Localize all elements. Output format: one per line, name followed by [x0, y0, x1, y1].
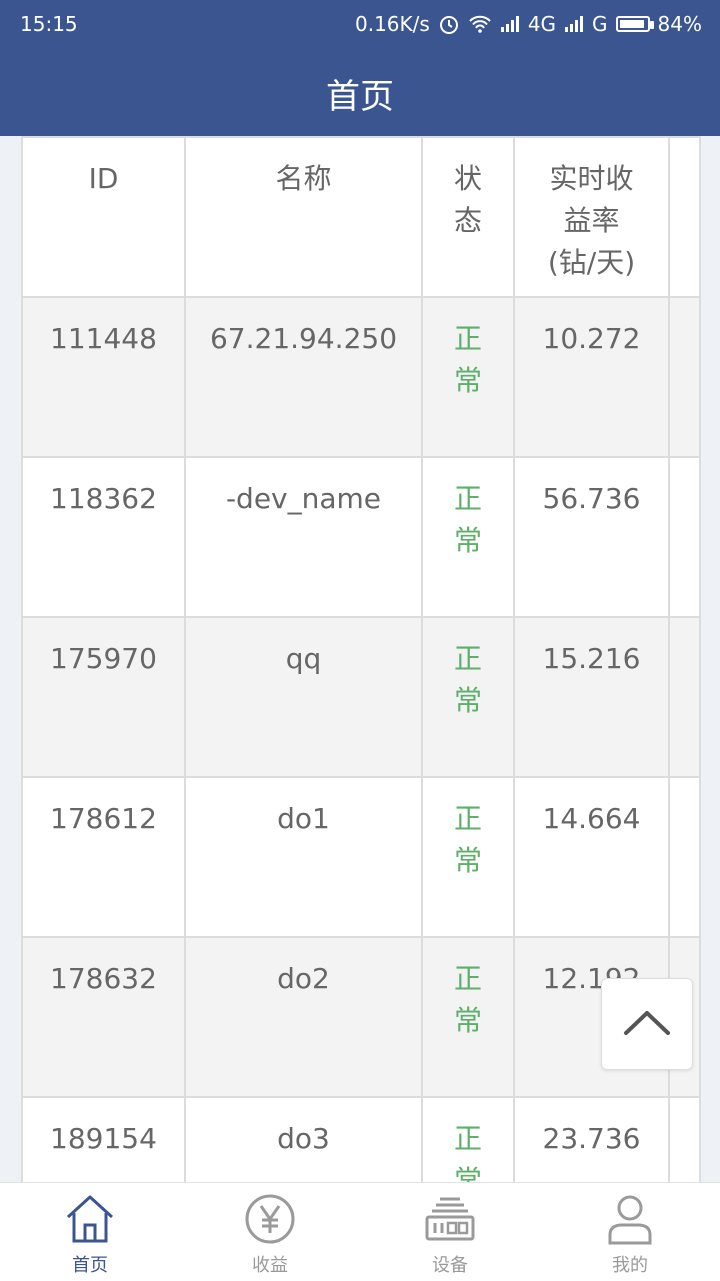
battery-level: 84% [657, 12, 702, 36]
cell-status: 正常 [421, 1096, 515, 1182]
cell-extra [668, 296, 701, 458]
cell-id: 178632 [21, 936, 186, 1098]
nav-item-earnings[interactable]: 收益 [180, 1183, 360, 1281]
column-header-name: 名称 [184, 136, 423, 298]
network-speed: 0.16K/s [355, 12, 430, 36]
nav-label-home: 首页 [72, 1255, 108, 1276]
table-row[interactable]: 178632 do2 正常 12.192 [21, 936, 701, 1098]
cell-status: 正常 [421, 616, 515, 778]
table-row[interactable]: 111448 67.21.94.250 正常 10.272 [21, 296, 701, 458]
cell-rate: 10.272 [513, 296, 670, 458]
status-time: 15:15 [20, 12, 78, 36]
battery-icon [615, 16, 654, 32]
cell-id: 111448 [21, 296, 186, 458]
cell-rate: 23.736 [513, 1096, 670, 1182]
user-icon [608, 1195, 652, 1245]
cell-extra [668, 1096, 701, 1182]
cell-status: 正常 [421, 456, 515, 618]
cell-extra [668, 616, 701, 778]
signal-icon [500, 16, 520, 32]
cell-status: 正常 [421, 936, 515, 1098]
signal-type-1: 4G [527, 12, 557, 36]
wifi-icon [468, 14, 492, 34]
cell-rate: 14.664 [513, 776, 670, 938]
yen-icon [245, 1194, 295, 1244]
chevron-up-icon [622, 1007, 672, 1041]
nav-label-devices: 设备 [432, 1255, 468, 1276]
cell-name: 67.21.94.250 [184, 296, 423, 458]
table-row[interactable]: 118362 -dev_name 正常 56.736 [21, 456, 701, 618]
alarm-icon [438, 13, 460, 35]
device-icon [425, 1197, 475, 1241]
scroll-to-top-button[interactable] [601, 978, 693, 1070]
column-header-id: ID [21, 136, 186, 298]
signal-icon-2 [564, 16, 584, 32]
nav-item-profile[interactable]: 我的 [540, 1183, 720, 1281]
device-table: ID 名称 状态 实时收益率(钻/天) 111448 67.21.94.250 … [21, 136, 701, 1182]
cell-status: 正常 [421, 776, 515, 938]
signal-type-2: G [592, 12, 608, 36]
cell-id: 178612 [21, 776, 186, 938]
app-bar: 首页 [0, 50, 720, 136]
column-header-rate: 实时收益率(钻/天) [513, 136, 670, 298]
cell-name: do1 [184, 776, 423, 938]
cell-name: qq [184, 616, 423, 778]
bottom-nav: 首页 收益 设备 我的 [0, 1182, 720, 1281]
table-row[interactable]: 175970 qq 正常 15.216 [21, 616, 701, 778]
column-header-extra [668, 136, 701, 298]
status-icons: 0.16K/s 4G G 84% [355, 12, 702, 36]
cell-id: 189154 [21, 1096, 186, 1182]
status-bar: 15:15 0.16K/s 4G G 84% [0, 0, 720, 50]
table-row[interactable]: 189154 do3 正常 23.736 [21, 1096, 701, 1182]
cell-extra [668, 776, 701, 938]
home-icon [66, 1195, 114, 1243]
table-header-row: ID 名称 状态 实时收益率(钻/天) [21, 136, 701, 298]
nav-item-home[interactable]: 首页 [0, 1183, 180, 1281]
cell-extra [668, 456, 701, 618]
cell-name: do3 [184, 1096, 423, 1182]
cell-rate: 15.216 [513, 616, 670, 778]
cell-status: 正常 [421, 296, 515, 458]
cell-rate: 56.736 [513, 456, 670, 618]
cell-id: 175970 [21, 616, 186, 778]
table-row[interactable]: 178612 do1 正常 14.664 [21, 776, 701, 938]
cell-name: do2 [184, 936, 423, 1098]
nav-label-earnings: 收益 [252, 1255, 288, 1276]
nav-label-profile: 我的 [612, 1255, 648, 1276]
cell-id: 118362 [21, 456, 186, 618]
column-header-status: 状态 [421, 136, 515, 298]
cell-name: -dev_name [184, 456, 423, 618]
nav-item-devices[interactable]: 设备 [360, 1183, 540, 1281]
page-title: 首页 [326, 76, 394, 117]
